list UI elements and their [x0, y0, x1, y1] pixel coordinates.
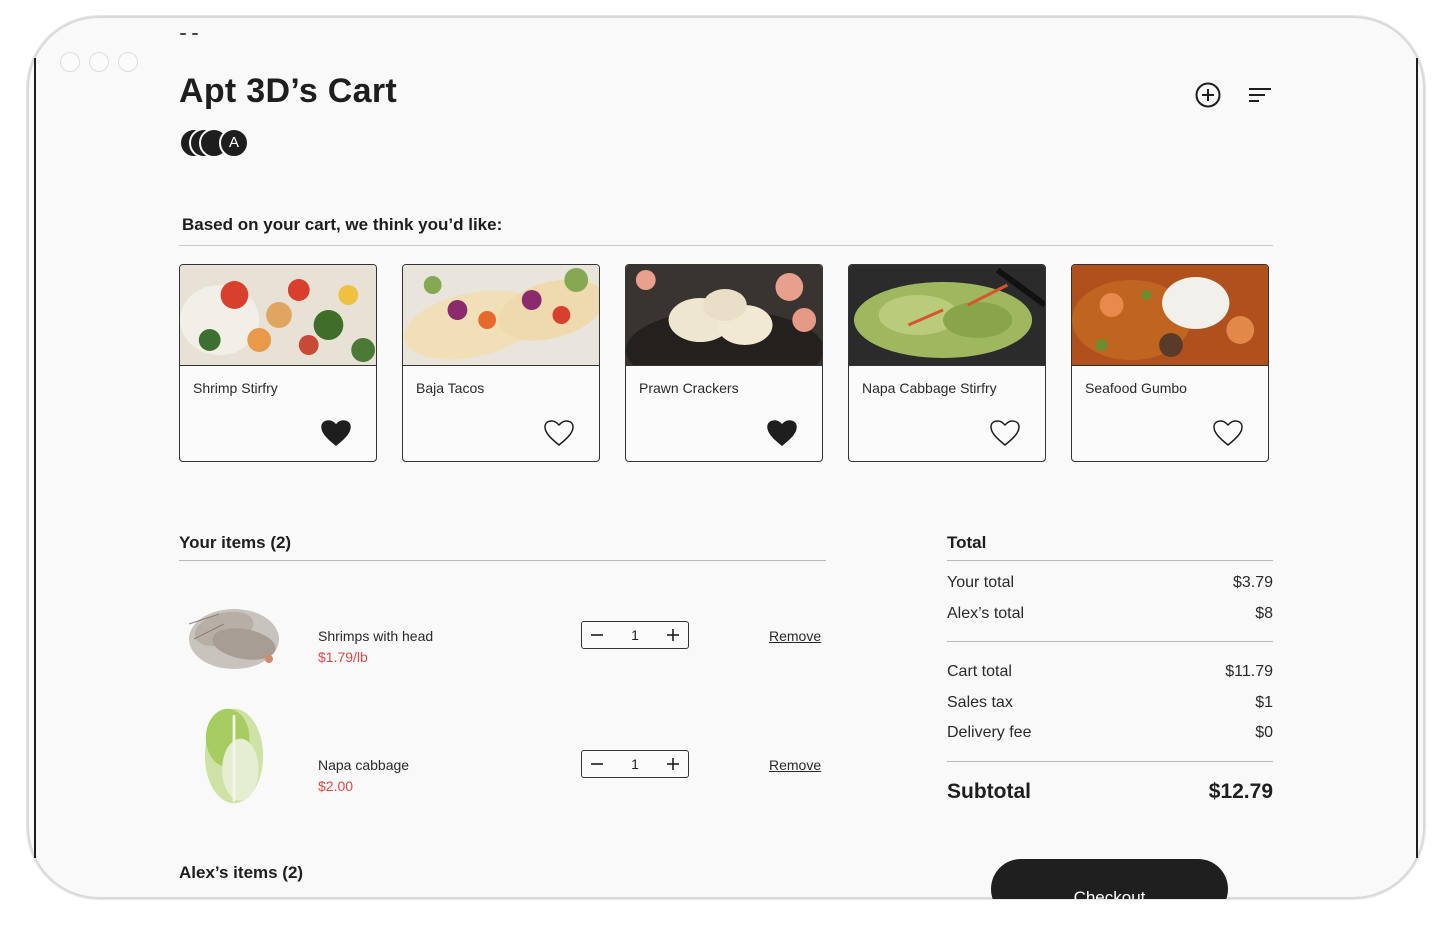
recommendation-name: Napa Cabbage Stirfry — [862, 380, 997, 396]
recommendation-card[interactable]: Baja Tacos — [402, 264, 600, 462]
checkout-button[interactable]: Checkout — [991, 859, 1228, 899]
your-items-title: Your items (2) — [179, 533, 292, 552]
filter-lines-icon — [1249, 88, 1271, 102]
app-window: Apt 3D’s Cart A Based on your cart, we t… — [27, 16, 1425, 899]
top-actions — [1193, 80, 1275, 110]
divider — [947, 761, 1273, 762]
your-total-label: Your total — [947, 574, 1015, 591]
cart-total-label: Cart total — [947, 663, 1012, 680]
close-window-button[interactable] — [60, 52, 80, 72]
heart-filled-icon[interactable] — [766, 419, 798, 447]
recommendation-card[interactable]: Seafood Gumbo — [1071, 264, 1269, 462]
seafood-gumbo-image — [1072, 265, 1268, 366]
add-button[interactable] — [1193, 80, 1223, 110]
your-total-value: $3.79 — [1232, 574, 1273, 591]
cart-item: Shrimps with head $1.79/lb Remove — [179, 584, 826, 684]
remove-link[interactable]: Remove — [769, 757, 821, 773]
plus-icon — [667, 758, 679, 770]
quantity-input[interactable] — [614, 755, 656, 773]
recommendation-name: Seafood Gumbo — [1085, 380, 1187, 396]
window-edge-right — [1416, 58, 1418, 858]
heart-outline-icon[interactable] — [1212, 419, 1244, 447]
napa-cabbage-stirfry-image — [849, 265, 1045, 366]
item-price: $1.79/lb — [318, 649, 368, 665]
shrimp-image — [188, 609, 279, 669]
cart-item: Napa cabbage $2.00 Remove — [179, 706, 826, 806]
your-total-row: Your total $3.79 — [947, 574, 1273, 592]
quantity-stepper — [581, 750, 689, 778]
alex-total-row: Alex’s total $8 — [947, 605, 1273, 623]
recommendations-row: Shrimp Stirfry Baja Tacos Prawn Crackers… — [179, 264, 1269, 462]
heart-filled-icon[interactable] — [320, 419, 352, 447]
recommendation-name: Prawn Crackers — [639, 380, 739, 396]
napa-cabbage-image — [204, 708, 264, 804]
divider — [947, 641, 1273, 642]
subtotal-label: Subtotal — [947, 780, 1031, 803]
divider — [179, 560, 826, 561]
minus-icon — [591, 763, 603, 765]
plus-icon — [667, 629, 679, 641]
window-controls — [60, 52, 138, 72]
minimize-window-button[interactable] — [89, 52, 109, 72]
filter-button[interactable] — [1245, 80, 1275, 110]
subtotal-row: Subtotal $12.79 — [947, 780, 1273, 804]
recommendation-card[interactable]: Napa Cabbage Stirfry — [848, 264, 1046, 462]
window-edge-left — [34, 58, 36, 858]
alex-items-title: Alex’s items (2) — [179, 863, 304, 882]
page-title: Apt 3D’s Cart — [179, 72, 398, 110]
divider — [947, 560, 1273, 561]
item-name: Shrimps with head — [318, 628, 434, 644]
delivery-fee-row: Delivery fee $0 — [947, 724, 1273, 742]
quantity-stepper — [581, 621, 689, 649]
delivery-fee-value: $0 — [1255, 724, 1273, 741]
recommendation-name: Baja Tacos — [416, 380, 485, 396]
avatar-group[interactable]: A — [179, 128, 249, 158]
decrement-button[interactable] — [582, 751, 612, 777]
cart-total-row: Cart total $11.79 — [947, 663, 1273, 681]
sales-tax-value: $1 — [1255, 694, 1273, 711]
alex-total-value: $8 — [1255, 605, 1273, 622]
prawn-crackers-image — [626, 265, 822, 366]
minus-icon — [591, 634, 603, 636]
notch-indicator — [180, 22, 204, 35]
plus-circle-icon — [1195, 82, 1221, 108]
decrement-button[interactable] — [582, 622, 612, 648]
recommendation-name: Shrimp Stirfry — [193, 380, 278, 396]
item-price: $2.00 — [318, 778, 354, 794]
alex-total-label: Alex’s total — [947, 605, 1025, 622]
heart-outline-icon[interactable] — [543, 419, 575, 447]
avatar[interactable]: A — [219, 128, 249, 158]
recommendation-card[interactable]: Prawn Crackers — [625, 264, 823, 462]
total-title: Total — [947, 533, 987, 552]
cart-total-value: $11.79 — [1225, 663, 1273, 680]
baja-tacos-image — [403, 265, 599, 366]
sales-tax-label: Sales tax — [947, 694, 1013, 711]
divider — [179, 245, 1273, 246]
increment-button[interactable] — [658, 751, 688, 777]
quantity-input[interactable] — [614, 626, 656, 644]
shrimp-stirfry-image — [180, 265, 376, 366]
recommendation-card[interactable]: Shrimp Stirfry — [179, 264, 377, 462]
item-name: Napa cabbage — [318, 757, 410, 773]
maximize-window-button[interactable] — [118, 52, 138, 72]
heart-outline-icon[interactable] — [989, 419, 1021, 447]
increment-button[interactable] — [658, 622, 688, 648]
recommendations-heading: Based on your cart, we think you’d like: — [182, 215, 503, 234]
sales-tax-row: Sales tax $1 — [947, 694, 1273, 712]
remove-link[interactable]: Remove — [769, 628, 821, 644]
subtotal-value: $12.79 — [1208, 780, 1273, 803]
delivery-fee-label: Delivery fee — [947, 724, 1032, 741]
